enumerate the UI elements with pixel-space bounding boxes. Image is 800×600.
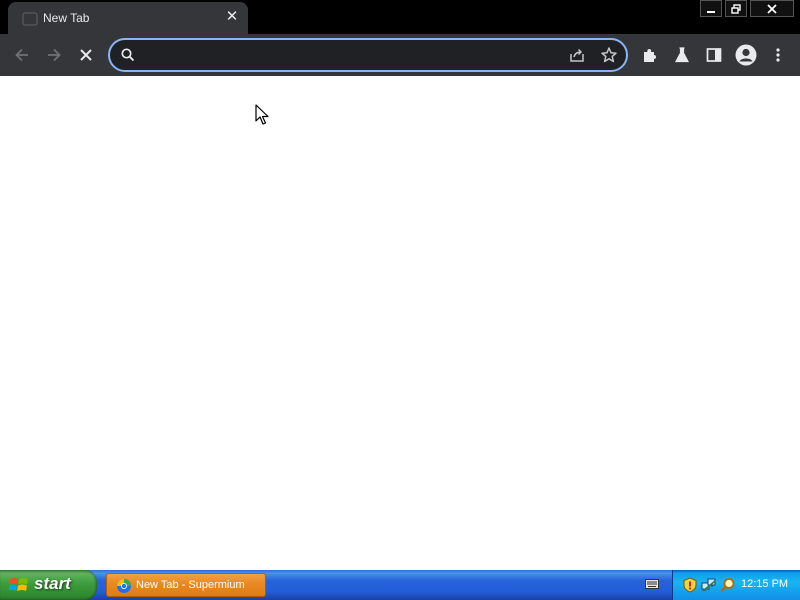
side-panel-button[interactable] [704,45,724,65]
keyboard-icon[interactable] [645,578,659,590]
kebab-menu-icon [776,48,780,62]
menu-button[interactable] [768,45,788,65]
profile-avatar-icon [735,44,757,66]
window-controls [697,0,794,18]
taskbar-item-label: New Tab - Supermium [136,579,245,591]
taskbar: start New Tab - Supermium 12:15 PM [0,570,800,600]
extensions-button[interactable] [640,45,660,65]
arrow-right-icon [48,48,61,62]
arrow-left-icon [15,48,28,62]
search-icon [121,48,135,62]
security-shield-icon[interactable] [682,577,698,593]
minimize-button[interactable] [700,0,722,17]
labs-flask-icon [675,47,689,63]
address-input[interactable] [144,45,564,65]
omnibox[interactable] [108,38,628,72]
labs-button[interactable] [672,45,692,65]
tab-title: New Tab [43,11,90,25]
close-window-button[interactable] [750,0,794,17]
back-button[interactable] [12,45,32,65]
stop-loading-icon [80,49,92,61]
system-tray: 12:15 PM [672,570,800,600]
network-icon[interactable] [701,577,717,593]
forward-button[interactable] [44,45,64,65]
clock[interactable]: 12:15 PM [741,578,788,590]
new-tab-favicon-icon [22,12,38,26]
browser-titlebar: New Tab ✕ [0,0,800,34]
tab-new-tab[interactable]: New Tab ✕ [8,2,248,34]
page-content[interactable] [0,76,800,570]
tab-close-icon[interactable]: ✕ [224,9,240,25]
start-button[interactable]: start [0,570,97,600]
taskbar-item-supermium[interactable]: New Tab - Supermium [106,573,266,597]
restore-button[interactable] [725,0,747,17]
supermium-icon [117,579,131,593]
extensions-icon [644,49,656,62]
windows-logo-icon [9,578,28,591]
mouse-cursor-icon [255,104,269,125]
browser-toolbar [0,34,800,76]
side-panel-icon [706,48,722,62]
stop-loading-button[interactable] [76,45,96,65]
share-icon[interactable] [568,46,586,64]
minimize-icon [707,10,715,13]
profile-button[interactable] [735,44,757,66]
search-icon[interactable] [720,577,736,593]
bookmark-star-icon[interactable] [600,46,618,64]
close-icon [767,3,777,14]
start-label: start [34,574,71,593]
restore-icon [731,3,741,14]
